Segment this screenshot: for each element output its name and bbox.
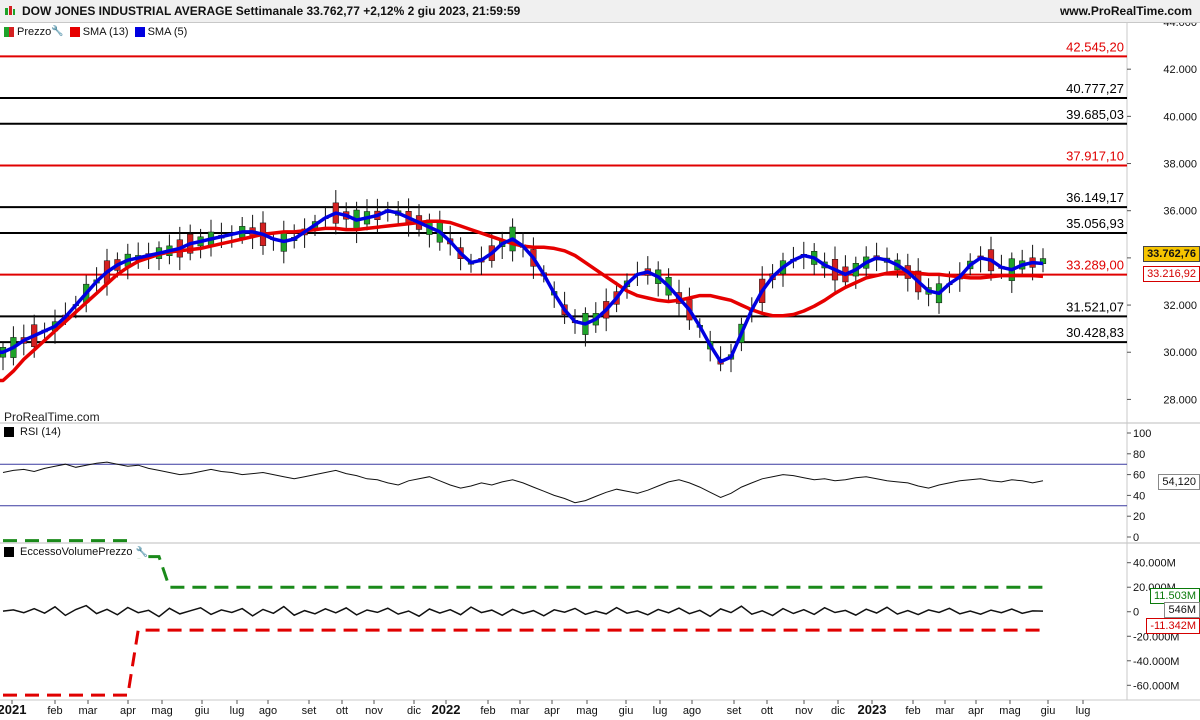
x-tick-label: ott <box>336 705 348 717</box>
price-swatch-icon <box>4 26 14 37</box>
volume-value-badge: 546M <box>1164 602 1200 618</box>
rsi-legend[interactable]: RSI (14) <box>4 426 61 438</box>
x-tick-label: giu <box>195 705 210 717</box>
x-tick-label: feb <box>905 705 920 717</box>
rsi-tick-label: 60 <box>1133 470 1145 482</box>
legend-price[interactable]: Prezzo 🔧 <box>4 26 64 38</box>
wrench-icon[interactable]: 🔧 <box>136 547 148 558</box>
x-tick-label: ott <box>761 705 773 717</box>
level-label: 40.777,27 <box>1066 81 1124 96</box>
x-tick-label: apr <box>120 705 136 717</box>
rsi-line <box>2 461 1044 504</box>
chart-header: DOW JONES INDUSTRIAL AVERAGE Settimanale… <box>0 0 1200 23</box>
x-tick-label: ago <box>683 705 701 717</box>
rsi-value-badge: 54,120 <box>1158 474 1200 490</box>
vol-tick-label: 0 <box>1133 607 1139 619</box>
x-tick-label: mar <box>936 705 955 717</box>
wrench-icon[interactable]: 🔧 <box>51 26 63 37</box>
x-tick-label: dic <box>407 705 422 717</box>
rsi-tick-label: 80 <box>1133 449 1145 461</box>
y-tick-label: 42.000 <box>1163 64 1197 76</box>
site-url[interactable]: www.ProRealTime.com <box>1060 4 1192 18</box>
x-tick-label: mag <box>151 705 172 717</box>
legend-sma13[interactable]: SMA (13) <box>69 25 129 38</box>
level-label: 36.149,17 <box>1066 190 1124 205</box>
time-axis: 2021 feb mar apr mag giu lug ago set ott nov dic 202… <box>0 700 1090 717</box>
volume-lower-band <box>3 628 1043 697</box>
vol-tick-label: -40.000M <box>1133 656 1179 668</box>
x-tick-label: mag <box>576 705 597 717</box>
volume-label: EccessoVolumePrezzo <box>20 546 133 558</box>
chart-title: DOW JONES INDUSTRIAL AVERAGE Settimanale… <box>22 4 521 18</box>
x-tick-label: feb <box>47 705 62 717</box>
volume-upper-band <box>3 539 1043 589</box>
rsi-tick-label: 0 <box>1133 532 1139 544</box>
y-tick-label: 30.000 <box>1163 347 1197 359</box>
x-tick-label: mar <box>511 705 530 717</box>
x-tick-label: giu <box>1041 705 1056 717</box>
rsi-tick-label: 20 <box>1133 511 1145 523</box>
price-legend: Prezzo 🔧 SMA (13) SMA (5) <box>4 24 188 39</box>
x-tick-label: dic <box>831 705 846 717</box>
x-tick-label: nov <box>365 705 383 717</box>
x-tick-label: lug <box>1076 705 1091 717</box>
x-tick-label: apr <box>544 705 560 717</box>
volume-pane: -60.000M-40.000M-20.000M020.000M40.000M <box>2 539 1179 697</box>
x-tick-label: set <box>302 705 317 717</box>
y-tick-label: 32.000 <box>1163 300 1197 312</box>
price-pane: 28.00030.00032.00034.00036.00038.00040.0… <box>0 17 1197 406</box>
rsi-pane: 0 20 40 60 80 100 <box>0 428 1151 544</box>
level-label: 30.428,83 <box>1066 325 1124 340</box>
x-tick-label: ago <box>259 705 277 717</box>
y-tick-label: 28.000 <box>1163 394 1197 406</box>
x-tick-label: nov <box>795 705 813 717</box>
legend-price-label: Prezzo <box>17 25 52 38</box>
legend-sma5-label: SMA (5) <box>147 25 188 38</box>
level-label: 39.685,03 <box>1066 107 1124 122</box>
y-tick-label: 36.000 <box>1163 206 1197 218</box>
volume-line <box>2 604 1044 618</box>
vol-tick-label: 40.000M <box>1133 558 1176 570</box>
x-tick-label: lug <box>230 705 245 717</box>
sma13-badge: 33.216,92 <box>1143 266 1200 282</box>
y-tick-label: 40.000 <box>1163 111 1197 123</box>
x-tick-label: mar <box>79 705 98 717</box>
x-tick-label: lug <box>653 705 668 717</box>
y-tick-label: 38.000 <box>1163 159 1197 171</box>
legend-sma13-label: SMA (13) <box>82 25 129 38</box>
volume-legend[interactable]: EccessoVolumePrezzo 🔧 <box>4 546 148 558</box>
level-label: 31.521,07 <box>1066 299 1124 314</box>
rsi-swatch-icon <box>4 427 14 437</box>
x-tick-label: set <box>727 705 742 717</box>
sma13-swatch-icon <box>69 26 80 37</box>
x-tick-label: 2023 <box>858 702 887 717</box>
x-tick-label: apr <box>968 705 984 717</box>
x-tick-label: 2022 <box>432 702 461 717</box>
candles-icon <box>5 6 15 15</box>
rsi-tick-label: 40 <box>1133 490 1145 502</box>
x-tick-label: giu <box>619 705 634 717</box>
volume-lower-badge: -11.342M <box>1146 618 1200 634</box>
rsi-label: RSI (14) <box>20 426 61 438</box>
level-label: 33.289,00 <box>1066 258 1124 273</box>
vol-tick-label: -60.000M <box>1133 680 1179 692</box>
legend-sma5[interactable]: SMA (5) <box>134 25 188 38</box>
x-tick-label: mag <box>999 705 1020 717</box>
close-price-badge: 33.762,76 <box>1143 246 1200 262</box>
chart-canvas: 28.00030.00032.00034.00036.00038.00040.0… <box>0 17 1200 717</box>
rsi-tick-label: 100 <box>1133 428 1151 440</box>
sma5-swatch-icon <box>134 26 145 37</box>
level-label: 35.056,93 <box>1066 216 1124 231</box>
x-tick-label: 2021 <box>0 702 26 717</box>
volume-swatch-icon <box>4 547 14 557</box>
x-tick-label: feb <box>480 705 495 717</box>
level-label: 42.545,20 <box>1066 39 1124 54</box>
level-label: 37.917,10 <box>1066 148 1124 163</box>
watermark: ProRealTime.com <box>4 410 100 424</box>
